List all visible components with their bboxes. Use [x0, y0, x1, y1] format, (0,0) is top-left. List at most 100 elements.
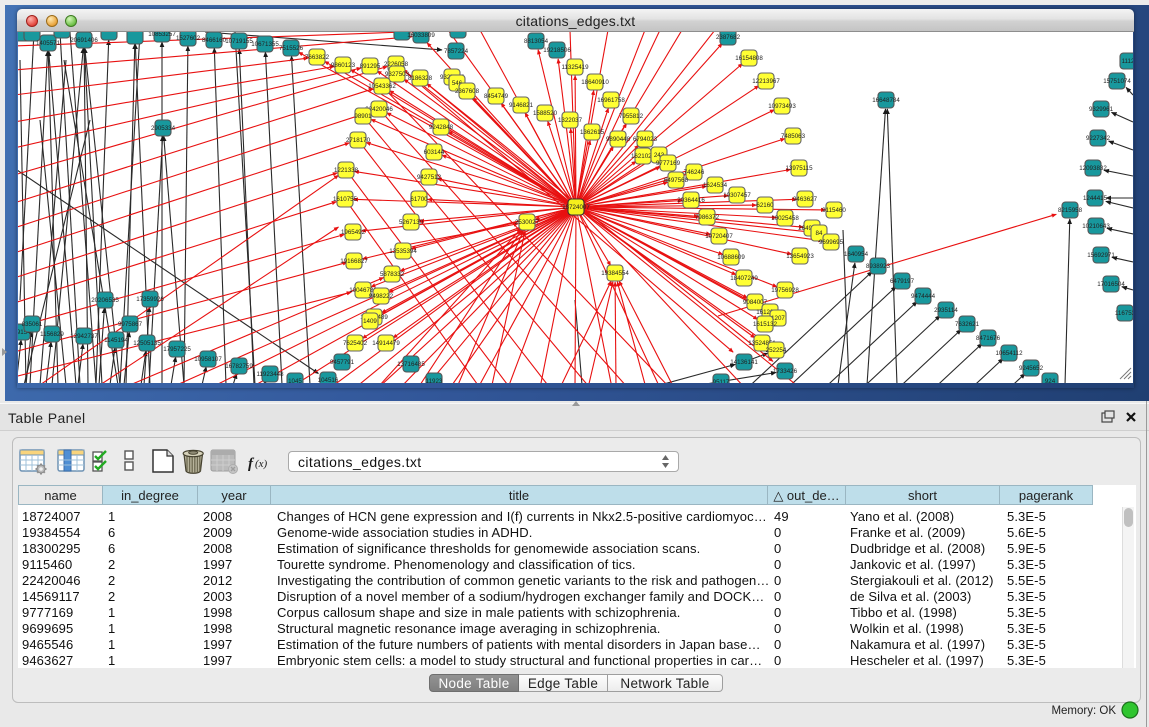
svg-text:18407249: 18407249	[730, 275, 758, 282]
svg-text:1640954: 1640954	[844, 251, 869, 258]
svg-text:11923448: 11923448	[256, 371, 284, 378]
svg-text:252254: 252254	[766, 347, 787, 354]
svg-text:2935114: 2935114	[934, 307, 958, 314]
svg-text:7955812: 7955812	[619, 113, 644, 120]
svg-text:10958107: 10958107	[194, 356, 222, 363]
svg-text:2387682: 2387682	[716, 34, 741, 41]
svg-text:10543362: 10543362	[368, 83, 396, 90]
svg-text:9427512: 9427512	[417, 174, 442, 181]
svg-text:f: f	[248, 456, 255, 472]
svg-text:7857224: 7857224	[444, 48, 469, 55]
svg-text:9329961: 9329961	[1089, 106, 1114, 113]
svg-text:6479197: 6479197	[890, 278, 915, 285]
svg-text:16782759: 16782759	[225, 363, 253, 370]
svg-text:17016504: 17016504	[1097, 281, 1125, 288]
svg-text:5267130: 5267130	[399, 219, 424, 226]
svg-text:9890448: 9890448	[606, 136, 631, 143]
svg-text:9227342: 9227342	[1086, 135, 1111, 142]
svg-text:1156829: 1156829	[40, 331, 64, 338]
svg-text:9975867: 9975867	[118, 321, 143, 328]
svg-text:10973493: 10973493	[768, 103, 796, 110]
svg-text:15751074: 15751074	[1103, 78, 1131, 85]
svg-text:1362615: 1362615	[580, 129, 605, 136]
svg-text:9242848: 9242848	[429, 124, 454, 131]
svg-text:10025458: 10025458	[771, 215, 799, 222]
svg-text:11325419: 11325419	[561, 64, 589, 71]
svg-text:7515526: 7515526	[279, 45, 304, 52]
svg-text:924: 924	[1045, 378, 1056, 383]
svg-text:9457791: 9457791	[330, 359, 355, 366]
svg-text:8471676: 8471676	[976, 335, 1001, 342]
svg-text:16961758: 16961758	[597, 97, 625, 104]
svg-text:8454749: 8454749	[484, 93, 509, 100]
svg-text:1527602: 1527602	[176, 35, 201, 42]
svg-text:1322037: 1322037	[558, 117, 583, 124]
svg-text:10853257: 10853257	[148, 32, 176, 38]
svg-text:14136141: 14136141	[730, 359, 758, 366]
svg-text:12213967: 12213967	[752, 78, 780, 85]
svg-text:19756928: 19756928	[771, 287, 799, 294]
svg-text:8215958: 8215958	[1058, 207, 1083, 214]
svg-text:7986372: 7986372	[695, 214, 720, 221]
svg-text:10688609: 10688609	[717, 254, 745, 261]
svg-text:14914479: 14914479	[372, 340, 400, 347]
svg-text:16648784: 16648784	[872, 97, 900, 104]
svg-text:1965492: 1965492	[341, 229, 366, 236]
svg-text:1145194: 1145194	[104, 337, 128, 344]
svg-text:13535394: 13535394	[389, 248, 417, 255]
svg-text:62160: 62160	[756, 202, 774, 209]
svg-text:835061: 835061	[22, 321, 43, 328]
svg-text:9498222: 9498222	[369, 293, 394, 300]
svg-text:9699695: 9699695	[819, 239, 844, 246]
svg-text:9146821: 9146821	[509, 102, 534, 109]
svg-text:10719155: 10719155	[225, 38, 253, 45]
svg-text:12093832: 12093832	[1079, 165, 1107, 172]
svg-text:9245652: 9245652	[1019, 365, 1044, 372]
svg-text:19218506: 19218506	[543, 47, 571, 54]
svg-text:1624534: 1624534	[703, 182, 728, 189]
svg-text:9327503: 9327503	[385, 71, 410, 78]
svg-text:61700: 61700	[410, 196, 428, 203]
svg-text:18724007: 18724007	[562, 204, 590, 211]
svg-text:2905334: 2905334	[151, 125, 176, 132]
svg-text:20691406: 20691406	[70, 37, 98, 44]
svg-text:1045: 1045	[288, 378, 302, 383]
svg-text:1615132: 1615132	[753, 321, 778, 328]
svg-text:13654923: 13654923	[786, 253, 814, 260]
svg-text:98901: 98901	[354, 113, 372, 120]
svg-text:2718170: 2718170	[346, 137, 371, 144]
svg-text:20206535: 20206535	[91, 297, 119, 304]
svg-text:13975115: 13975115	[785, 165, 813, 172]
svg-text:8813054: 8813054	[524, 38, 549, 45]
svg-text:2367608: 2367608	[455, 88, 480, 95]
svg-text:9860123: 9860123	[331, 62, 356, 69]
svg-text:5878332: 5878332	[380, 271, 405, 278]
svg-text:7485063: 7485063	[781, 133, 806, 140]
svg-text:10210643: 10210643	[1082, 223, 1110, 230]
svg-text:603144: 603144	[424, 149, 445, 156]
svg-text:8466160: 8466160	[202, 37, 227, 44]
svg-text:1610755: 1610755	[333, 196, 358, 203]
svg-text:116753: 116753	[1115, 310, 1133, 317]
svg-text:19166827: 19166827	[340, 258, 368, 265]
svg-text:19384554: 19384554	[601, 270, 629, 277]
svg-text:12942737: 12942737	[70, 333, 98, 340]
svg-text:95117: 95117	[713, 379, 730, 383]
svg-text:6497568: 6497568	[664, 177, 689, 184]
svg-text:9463627: 9463627	[793, 196, 818, 203]
svg-text:8186328: 8186328	[408, 75, 433, 82]
svg-text:10307457: 10307457	[723, 192, 751, 199]
svg-text:7625402: 7625402	[343, 340, 368, 347]
svg-text:12505135: 12505135	[133, 340, 161, 347]
svg-text:7663822: 7663822	[305, 54, 330, 61]
svg-text:10671355: 10671355	[251, 41, 279, 48]
svg-text:7632621: 7632621	[955, 321, 980, 328]
svg-text:9474444: 9474444	[911, 293, 936, 300]
svg-text:1244415: 1244415	[1083, 195, 1108, 202]
svg-text:6794023: 6794023	[633, 136, 658, 143]
svg-text:9115460: 9115460	[822, 207, 846, 214]
svg-text:20364416: 20364416	[677, 197, 705, 204]
svg-text:1221338: 1221338	[334, 167, 359, 174]
svg-text:1588520: 1588520	[533, 110, 558, 117]
svg-text:17957225: 17957225	[163, 346, 191, 353]
